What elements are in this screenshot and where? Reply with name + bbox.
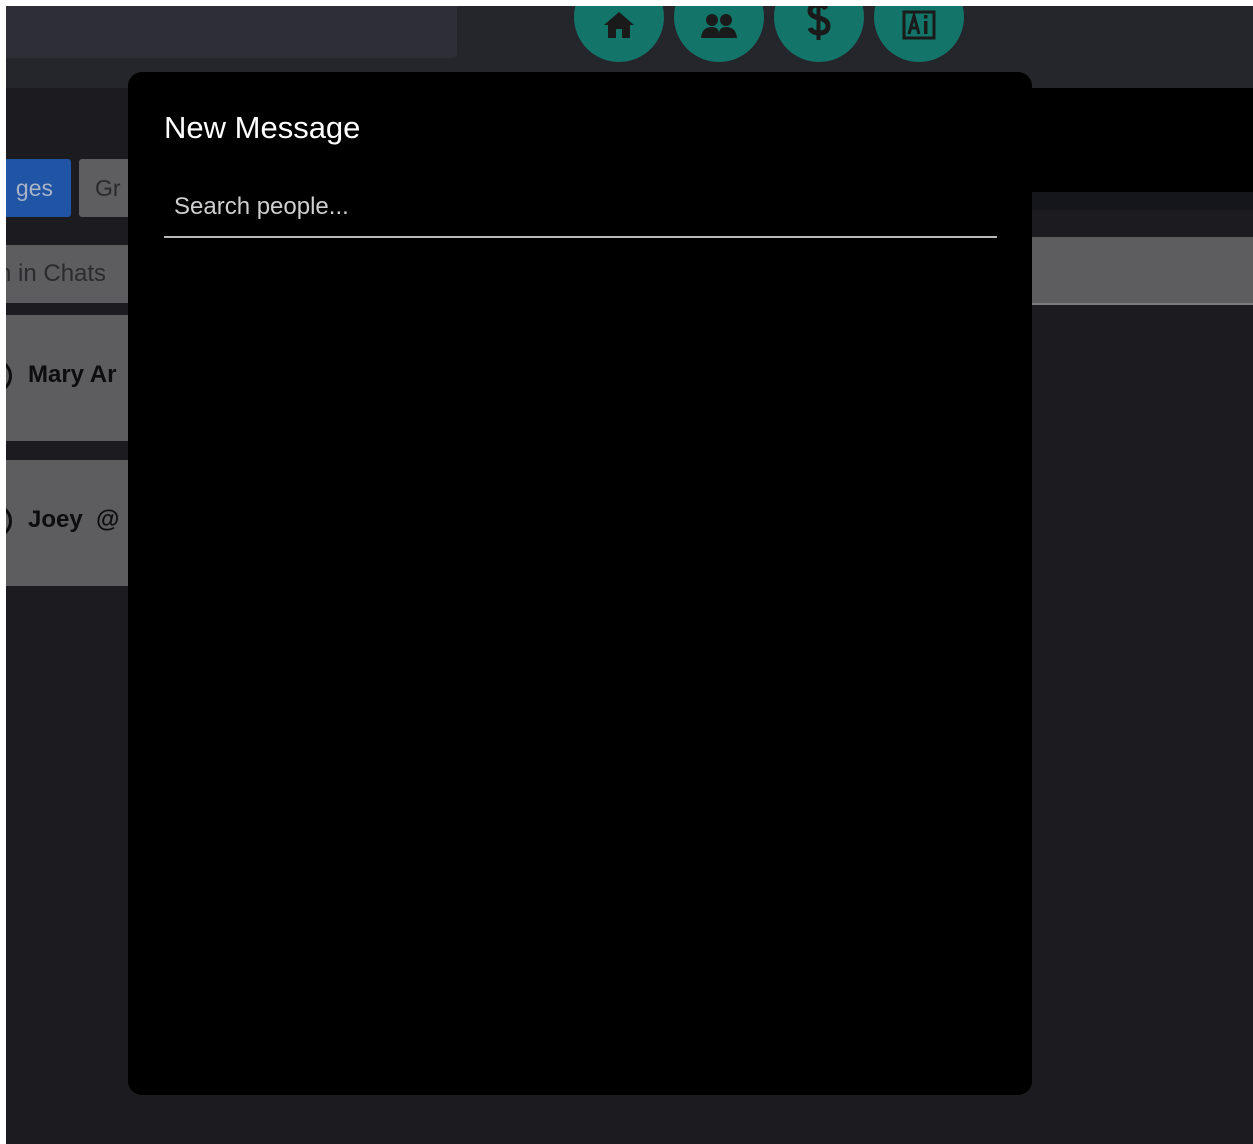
top-search-bar[interactable] — [6, 6, 457, 58]
tab-messages[interactable]: ges — [6, 159, 71, 217]
avatar — [6, 504, 12, 538]
search-results-list — [164, 252, 997, 1072]
chat-list-item[interactable]: Joey @ — [6, 460, 146, 586]
people-icon — [699, 12, 739, 40]
chat-search-input[interactable]: h in Chats — [6, 245, 146, 303]
chat-panel-search[interactable] — [1032, 237, 1253, 305]
chat-contact-name: Mary Ar — [28, 361, 117, 388]
ai-button[interactable] — [874, 6, 964, 62]
home-button[interactable] — [574, 6, 664, 62]
modal-title: New Message — [164, 110, 361, 145]
people-button[interactable] — [674, 6, 764, 62]
search-people-input[interactable] — [164, 178, 997, 238]
ai-icon — [902, 10, 936, 40]
chat-list-item[interactable]: Mary Ar — [6, 315, 146, 441]
money-button[interactable] — [774, 6, 864, 62]
avatar — [6, 359, 12, 393]
new-message-modal: New Message — [128, 72, 1032, 1095]
chat-subheader — [1032, 192, 1253, 210]
home-icon — [601, 10, 637, 40]
chat-contact-name: Joey @ — [28, 506, 120, 533]
dollar-icon — [804, 6, 834, 40]
chat-header — [1032, 88, 1253, 192]
app-window: ges Gr h in Chats Mary Ar Joey @ New Mes… — [6, 6, 1253, 1144]
